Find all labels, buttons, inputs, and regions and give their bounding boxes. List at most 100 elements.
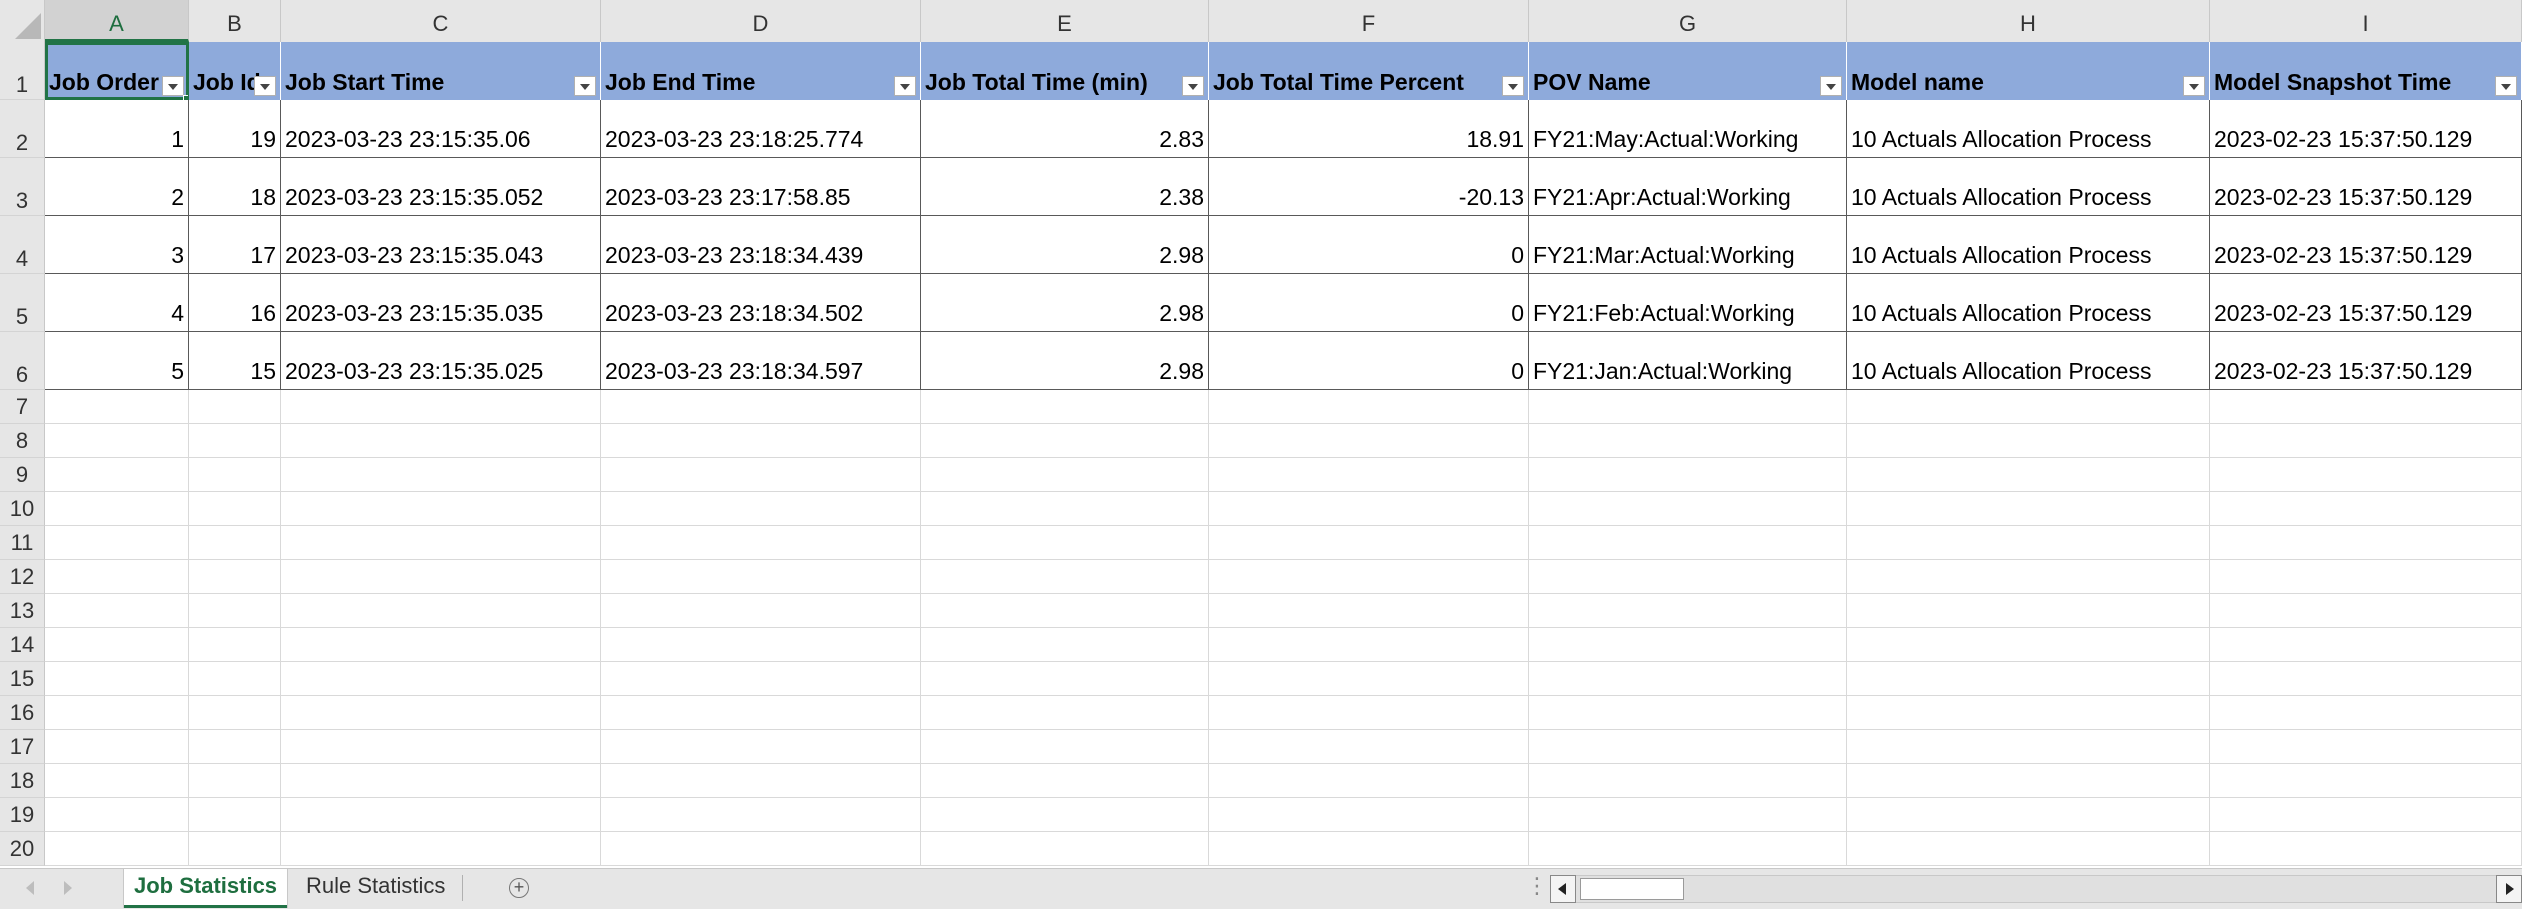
table-cell[interactable]: 10 Actuals Allocation Process: [1847, 332, 2210, 390]
filter-dropdown-icon[interactable]: [574, 76, 596, 96]
table-cell[interactable]: 2: [45, 158, 189, 216]
empty-cell[interactable]: [189, 764, 281, 798]
row-header-5[interactable]: 5: [0, 274, 45, 332]
empty-cell[interactable]: [189, 832, 281, 866]
empty-cell[interactable]: [1209, 764, 1529, 798]
empty-cell[interactable]: [1209, 662, 1529, 696]
empty-cell[interactable]: [2210, 526, 2522, 560]
empty-cell[interactable]: [1847, 730, 2210, 764]
horizontal-scrollbar[interactable]: [1550, 875, 2522, 903]
empty-cell[interactable]: [921, 594, 1209, 628]
sheet-tab-job-statistics[interactable]: Job Statistics: [124, 869, 288, 908]
empty-cell[interactable]: [281, 390, 601, 424]
table-cell[interactable]: 2023-03-23 23:15:35.025: [281, 332, 601, 390]
empty-cell[interactable]: [921, 832, 1209, 866]
table-cell[interactable]: 19: [189, 100, 281, 158]
column-header-d[interactable]: D: [601, 0, 921, 42]
empty-cell[interactable]: [45, 832, 189, 866]
empty-cell[interactable]: [1529, 764, 1847, 798]
empty-cell[interactable]: [1847, 390, 2210, 424]
row-header-13[interactable]: 13: [0, 594, 45, 628]
empty-cell[interactable]: [189, 662, 281, 696]
table-cell[interactable]: 3: [45, 216, 189, 274]
empty-cell[interactable]: [281, 662, 601, 696]
row-header-16[interactable]: 16: [0, 696, 45, 730]
empty-cell[interactable]: [601, 424, 921, 458]
empty-cell[interactable]: [1847, 526, 2210, 560]
row-header-8[interactable]: 8: [0, 424, 45, 458]
empty-cell[interactable]: [921, 764, 1209, 798]
table-cell[interactable]: 2023-02-23 15:37:50.129: [2210, 274, 2522, 332]
empty-cell[interactable]: [1529, 458, 1847, 492]
empty-cell[interactable]: [45, 560, 189, 594]
table-cell[interactable]: 0: [1209, 332, 1529, 390]
empty-cell[interactable]: [281, 560, 601, 594]
empty-cell[interactable]: [1529, 628, 1847, 662]
empty-cell[interactable]: [921, 492, 1209, 526]
table-cell[interactable]: 10 Actuals Allocation Process: [1847, 274, 2210, 332]
table-cell[interactable]: 2023-03-23 23:18:34.502: [601, 274, 921, 332]
table-cell[interactable]: 10 Actuals Allocation Process: [1847, 216, 2210, 274]
empty-cell[interactable]: [601, 560, 921, 594]
scroll-right-icon[interactable]: [2496, 875, 2522, 903]
empty-cell[interactable]: [601, 492, 921, 526]
table-cell[interactable]: 2.83: [921, 100, 1209, 158]
empty-cell[interactable]: [189, 492, 281, 526]
table-cell[interactable]: 10 Actuals Allocation Process: [1847, 158, 2210, 216]
column-header-c[interactable]: C: [281, 0, 601, 42]
empty-cell[interactable]: [1529, 526, 1847, 560]
filter-dropdown-icon[interactable]: [2495, 76, 2517, 96]
table-cell[interactable]: 0: [1209, 216, 1529, 274]
empty-cell[interactable]: [189, 458, 281, 492]
filter-dropdown-icon[interactable]: [254, 76, 276, 96]
empty-cell[interactable]: [281, 492, 601, 526]
empty-cell[interactable]: [2210, 798, 2522, 832]
row-header-4[interactable]: 4: [0, 216, 45, 274]
empty-cell[interactable]: [601, 798, 921, 832]
table-cell[interactable]: 2023-03-23 23:15:35.035: [281, 274, 601, 332]
empty-cell[interactable]: [1529, 424, 1847, 458]
empty-cell[interactable]: [601, 594, 921, 628]
column-header-a[interactable]: A: [45, 0, 189, 42]
scroll-left-icon[interactable]: [1550, 875, 1576, 903]
sheet-scroll-right-icon[interactable]: [64, 881, 72, 895]
empty-cell[interactable]: [1847, 560, 2210, 594]
empty-cell[interactable]: [601, 832, 921, 866]
empty-cell[interactable]: [45, 730, 189, 764]
table-cell[interactable]: 2023-02-23 15:37:50.129: [2210, 332, 2522, 390]
filter-dropdown-icon[interactable]: [894, 76, 916, 96]
empty-cell[interactable]: [2210, 492, 2522, 526]
empty-cell[interactable]: [281, 526, 601, 560]
empty-cell[interactable]: [1847, 832, 2210, 866]
table-cell[interactable]: 2023-02-23 15:37:50.129: [2210, 100, 2522, 158]
empty-cell[interactable]: [1209, 560, 1529, 594]
row-header-17[interactable]: 17: [0, 730, 45, 764]
column-header-g[interactable]: G: [1529, 0, 1847, 42]
row-header-18[interactable]: 18: [0, 764, 45, 798]
empty-cell[interactable]: [1209, 696, 1529, 730]
empty-cell[interactable]: [921, 424, 1209, 458]
empty-cell[interactable]: [921, 390, 1209, 424]
row-header-9[interactable]: 9: [0, 458, 45, 492]
filter-dropdown-icon[interactable]: [1182, 76, 1204, 96]
header-cell[interactable]: Job Id: [189, 42, 281, 100]
empty-cell[interactable]: [601, 662, 921, 696]
empty-cell[interactable]: [45, 696, 189, 730]
empty-cell[interactable]: [2210, 662, 2522, 696]
empty-cell[interactable]: [921, 628, 1209, 662]
header-cell[interactable]: Job Start Time: [281, 42, 601, 100]
empty-cell[interactable]: [281, 798, 601, 832]
row-header-12[interactable]: 12: [0, 560, 45, 594]
column-header-h[interactable]: H: [1847, 0, 2210, 42]
empty-cell[interactable]: [1847, 628, 2210, 662]
row-header-6[interactable]: 6: [0, 332, 45, 390]
empty-cell[interactable]: [45, 424, 189, 458]
table-cell[interactable]: -20.13: [1209, 158, 1529, 216]
header-cell[interactable]: Job End Time: [601, 42, 921, 100]
table-cell[interactable]: 15: [189, 332, 281, 390]
table-cell[interactable]: 1: [45, 100, 189, 158]
table-cell[interactable]: 16: [189, 274, 281, 332]
row-header-14[interactable]: 14: [0, 628, 45, 662]
empty-cell[interactable]: [601, 696, 921, 730]
empty-cell[interactable]: [601, 390, 921, 424]
